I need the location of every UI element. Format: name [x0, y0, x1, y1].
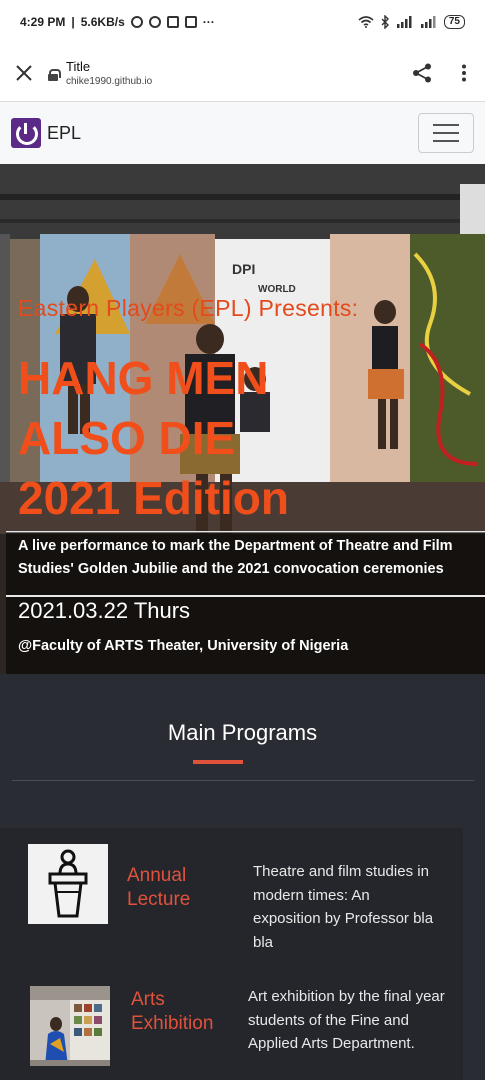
signal-strength-2-icon [420, 16, 436, 28]
event-date: 2021.03.22 Thurs [18, 598, 191, 623]
event-venue: @Faculty of ARTS Theater, University of … [18, 638, 349, 654]
section-divider [12, 780, 474, 781]
app-icon [184, 16, 197, 28]
more-options-button[interactable] [443, 52, 485, 94]
hero-description: A live performance to mark the Departmen… [18, 538, 453, 577]
more-notifications-icon: ··· [202, 15, 215, 29]
alarm-icon [130, 16, 143, 28]
battery-icon: 75 [443, 15, 465, 29]
more-vertical-icon [462, 64, 466, 81]
svg-text:DPI: DPI [232, 261, 255, 277]
program-description: Art exhibition by the final year student… [248, 988, 445, 1052]
bluetooth-icon [381, 15, 389, 29]
program-name: Arts Exhibition [131, 989, 214, 1034]
page-title: Title [66, 58, 91, 74]
close-tab-button[interactable] [0, 44, 48, 102]
system-status-bar: 4:29 PM | 5.6KB/s ··· 75 [0, 0, 485, 44]
settings-icon [148, 16, 161, 28]
lock-icon [48, 68, 61, 81]
close-icon [16, 64, 32, 81]
share-icon [413, 63, 431, 82]
share-button[interactable] [401, 52, 443, 94]
wifi-icon [358, 16, 374, 28]
hamburger-line [433, 140, 459, 142]
programs-list: Annual Lecture Theatre and film studies … [0, 828, 463, 1080]
svg-text:WORLD: WORLD [258, 284, 296, 295]
section-title: Main Programs [167, 720, 318, 745]
exhibition-photo [30, 986, 110, 1066]
hero-title-line: 2021 Edition [18, 472, 289, 524]
signal-strength-icon [396, 16, 412, 28]
hero-title-line: HANG MEN [18, 352, 269, 404]
brand-name[interactable]: EPL [47, 123, 81, 144]
address-bar[interactable]: Title chike1990.github.io [48, 59, 152, 87]
program-name: Annual Lecture [127, 865, 191, 910]
hamburger-line [433, 132, 459, 134]
page-domain: chike1990.github.io [66, 75, 153, 87]
hero-title: HANG MEN ALSO DIE 2021 Edition [18, 348, 289, 528]
menu-toggle-button[interactable] [418, 113, 474, 153]
hero-title-line: ALSO DIE [18, 412, 236, 464]
status-time: 4:29 PM [20, 15, 66, 29]
lectern-icon [28, 844, 108, 924]
hero-presents-text: Eastern Players (EPL) Presents: [18, 295, 359, 321]
hamburger-line [433, 124, 459, 126]
program-description: Theatre and film studies in modern times… [253, 863, 434, 951]
program-item-annual-lecture[interactable]: Annual Lecture Theatre and film studies … [0, 844, 463, 964]
brand-logo-icon[interactable] [11, 118, 41, 148]
site-navbar: EPL [0, 102, 485, 164]
browser-toolbar: Title chike1990.github.io [0, 44, 485, 102]
status-network-speed: 5.6KB/s [80, 15, 125, 29]
hero-divider-bottom [6, 595, 485, 597]
youtube-icon [166, 16, 179, 28]
title-underline [193, 760, 243, 764]
hero-banner: DPI WORLD Eastern Players (EPL) Presents… [0, 164, 485, 674]
program-item-arts-exhibition[interactable]: Arts Exhibition Art exhibition by the fi… [0, 984, 463, 1080]
